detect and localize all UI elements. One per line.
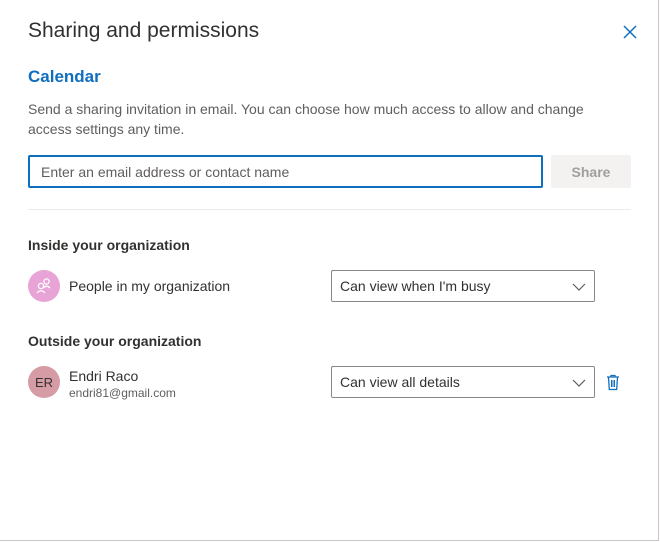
- remove-user-button[interactable]: [603, 372, 623, 392]
- user-email: endri81@gmail.com: [69, 386, 176, 400]
- org-permission-dropdown[interactable]: Can view when I'm busy: [331, 270, 595, 302]
- share-button[interactable]: Share: [551, 155, 631, 188]
- dialog-title: Sharing and permissions: [28, 19, 260, 42]
- email-input[interactable]: [28, 155, 543, 188]
- user-initials: ER: [34, 374, 54, 390]
- user-avatar: ER: [28, 366, 60, 398]
- user-permission-value: Can view all details: [340, 374, 460, 390]
- user-name: Endri Raco: [69, 368, 139, 384]
- close-icon: [623, 25, 637, 39]
- org-entry-name: People in my organization: [69, 278, 231, 294]
- org-permission-value: Can view when I'm busy: [340, 278, 491, 294]
- sharing-description: Send a sharing invitation in email. You …: [28, 101, 584, 137]
- user-permission-dropdown[interactable]: Can view all details: [331, 366, 595, 398]
- inside-org-heading: Inside your organization: [28, 237, 190, 253]
- divider: [28, 209, 631, 210]
- chevron-down-icon: [572, 379, 586, 387]
- chevron-down-icon: [572, 283, 586, 291]
- trash-icon: [607, 374, 619, 390]
- close-button[interactable]: [618, 20, 642, 44]
- sharing-dialog: Sharing and permissions Calendar Send a …: [0, 0, 659, 541]
- outside-org-heading: Outside your organization: [28, 333, 202, 349]
- calendar-name: Calendar: [28, 67, 101, 86]
- org-avatar: [28, 270, 60, 302]
- people-group-icon: [36, 278, 51, 294]
